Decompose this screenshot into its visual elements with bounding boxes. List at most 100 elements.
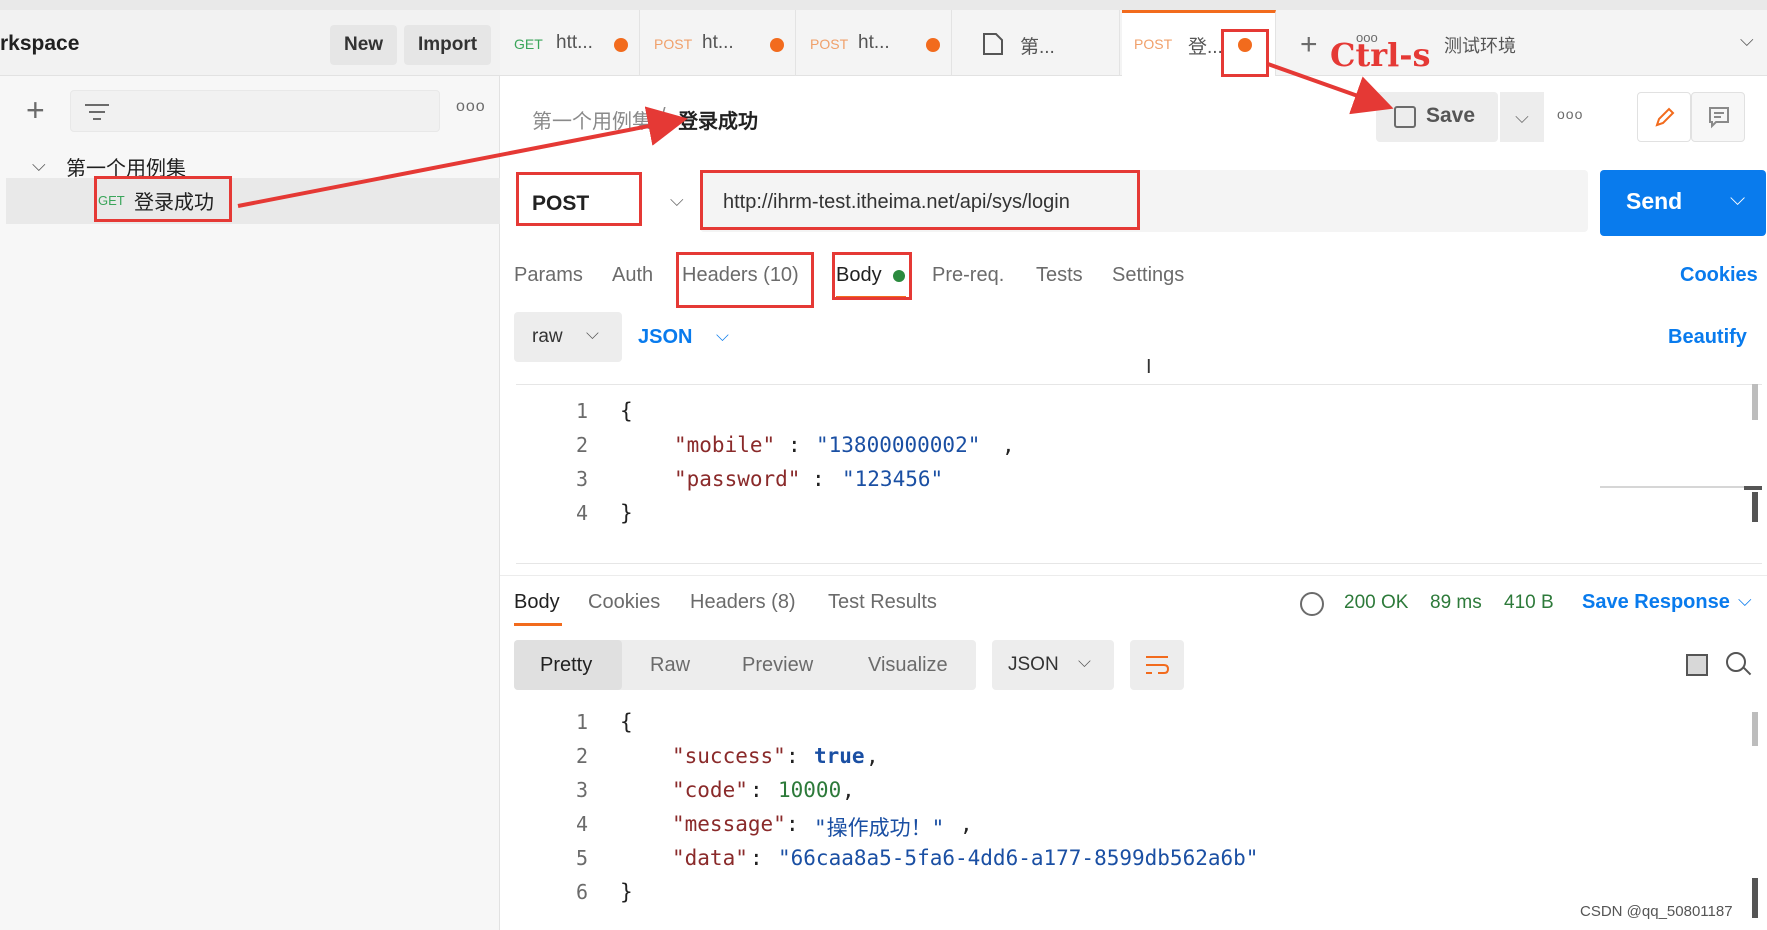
chevron-down-icon[interactable]: ⌵ [1730,188,1745,211]
view-preview[interactable]: Preview [742,654,813,677]
response-scrollbar-thumb[interactable] [1752,878,1758,918]
response-tab-body[interactable]: Body [514,591,560,614]
save-options-chevron-icon[interactable]: ⌵ [1500,92,1544,142]
view-raw[interactable]: Raw [650,654,690,677]
colon: : [786,812,799,836]
tab-params[interactable]: Params [514,264,583,287]
new-button[interactable]: New [330,25,398,65]
sidebar-toolbar: + ooo [0,80,500,140]
line-number: 6 [575,880,588,904]
wrap-lines-button[interactable] [1130,640,1184,690]
colon: : [786,744,799,768]
sidebar-filter-input[interactable] [70,90,440,132]
watermark: CSDN @qq_50801187 [1580,903,1733,920]
editor-scrollbar-thumb[interactable] [1752,492,1758,522]
window-top-strip [0,0,1767,10]
chevron-down-icon: ⌵ [586,324,599,343]
annotation-highlight-unsaved [1221,29,1269,77]
new-tab-plus-icon[interactable]: + [1300,28,1318,62]
json-value: "66caa8a5-5fa6-4dd6-a177-8599db562a6b" [778,846,1259,870]
response-tab-cookies[interactable]: Cookies [588,591,660,614]
tab-request-2[interactable]: POST ht... [640,10,796,76]
tab-title: 登... [1188,37,1223,58]
line-number: 3 [575,778,588,802]
chevron-down-icon[interactable]: ⌵ [1738,590,1752,611]
response-tab-tests[interactable]: Test Results [828,591,937,614]
annotation-highlight-method [516,172,642,226]
comments-button[interactable] [1691,92,1745,142]
chevron-down-icon[interactable]: ⌵ [716,326,729,346]
tab-method: POST [1134,36,1173,52]
annotation-shortcut-label: Ctrl-s [1330,36,1431,74]
request-more-icon[interactable]: ooo [1557,106,1583,122]
save-icon [1394,106,1416,128]
chevron-down-icon[interactable]: ⌵ [32,155,46,176]
breadcrumb-separator: / [660,105,666,127]
tab-title: ht... [858,32,890,53]
tab-auth[interactable]: Auth [612,264,653,287]
search-icon-handle [1742,666,1752,676]
request-body-editor[interactable]: 1 2 3 4 { "mobile" : "13800000002" , "pa… [516,384,1762,564]
tab-method: POST [810,36,849,52]
json-key: "data" [672,846,748,870]
tab-method: GET [514,36,543,52]
code-brace: { [620,399,633,423]
response-scrollbar[interactable] [1752,712,1758,746]
status-code: 200 OK [1344,592,1409,613]
tab-request-3[interactable]: POST ht... [796,10,952,76]
plus-icon[interactable]: + [26,94,56,126]
copy-icon[interactable] [1686,654,1708,676]
colon: : [750,846,763,870]
active-tab-underline [514,623,562,626]
editor-resize-handle[interactable] [1600,486,1760,488]
response-divider [500,575,1767,576]
editor-scrollbar[interactable] [1752,384,1758,420]
breadcrumb-parent[interactable]: 第一个用例集 [532,105,652,134]
tab-tests[interactable]: Tests [1036,264,1083,287]
json-value: true [814,744,865,768]
response-tab-headers[interactable]: Headers (8) [690,591,796,614]
response-view-switcher: Pretty Raw Preview Visualize [514,640,976,690]
send-button[interactable]: Send ⌵ [1600,170,1766,236]
workspace-header: rkspace New Import [0,10,500,76]
tab-settings[interactable]: Settings [1112,264,1184,287]
line-number: 3 [575,467,588,491]
tab-title: ht... [702,32,734,53]
sidebar-request-row[interactable] [6,178,500,224]
chevron-down-icon[interactable]: ⌵ [670,190,684,211]
view-pretty[interactable]: Pretty [540,654,592,677]
import-button[interactable]: Import [404,25,492,65]
filter-icon[interactable] [82,100,112,126]
beautify-button[interactable]: Beautify [1668,326,1747,349]
tab-request-1[interactable]: GET htt... [500,10,640,76]
code-brace: { [620,710,633,734]
json-value: 10000 [778,778,842,802]
environment-selector[interactable]: 测试环境 [1444,32,1516,58]
tab-collection[interactable]: 第... [952,10,1120,76]
colon: : [750,778,763,802]
unsaved-dot-icon [614,38,628,52]
body-type-label: raw [532,326,563,347]
body-format-select[interactable]: JSON [638,326,692,349]
sidebar-more-icon[interactable]: ooo [456,98,486,116]
workspace-title: rkspace [0,32,80,55]
json-value: "13800000002" [816,433,981,457]
view-visualize[interactable]: Visualize [868,654,948,677]
chevron-down-icon: ⌵ [1078,652,1091,671]
tab-title: 第... [1020,37,1055,58]
response-format-select[interactable]: JSON ⌵ [992,640,1114,690]
breadcrumb-current: 登录成功 [678,111,758,133]
chevron-down-icon[interactable]: ⌵ [1740,30,1754,51]
body-type-select[interactable]: raw ⌵ [514,312,622,362]
annotation-highlight-headers [676,252,814,308]
globe-icon[interactable] [1300,592,1324,616]
colon: : [812,467,825,491]
annotation-highlight-request [94,176,232,222]
save-response-button[interactable]: Save Response [1582,591,1730,614]
cookies-link[interactable]: Cookies [1680,264,1758,287]
response-body-viewer[interactable]: 1 2 3 4 5 6 { "success" : true , "code" … [516,700,1746,930]
tab-prereq[interactable]: Pre-req. [932,264,1004,287]
json-key: "message" [672,812,786,836]
edit-button[interactable] [1637,92,1691,142]
save-button[interactable]: Save [1376,92,1498,142]
